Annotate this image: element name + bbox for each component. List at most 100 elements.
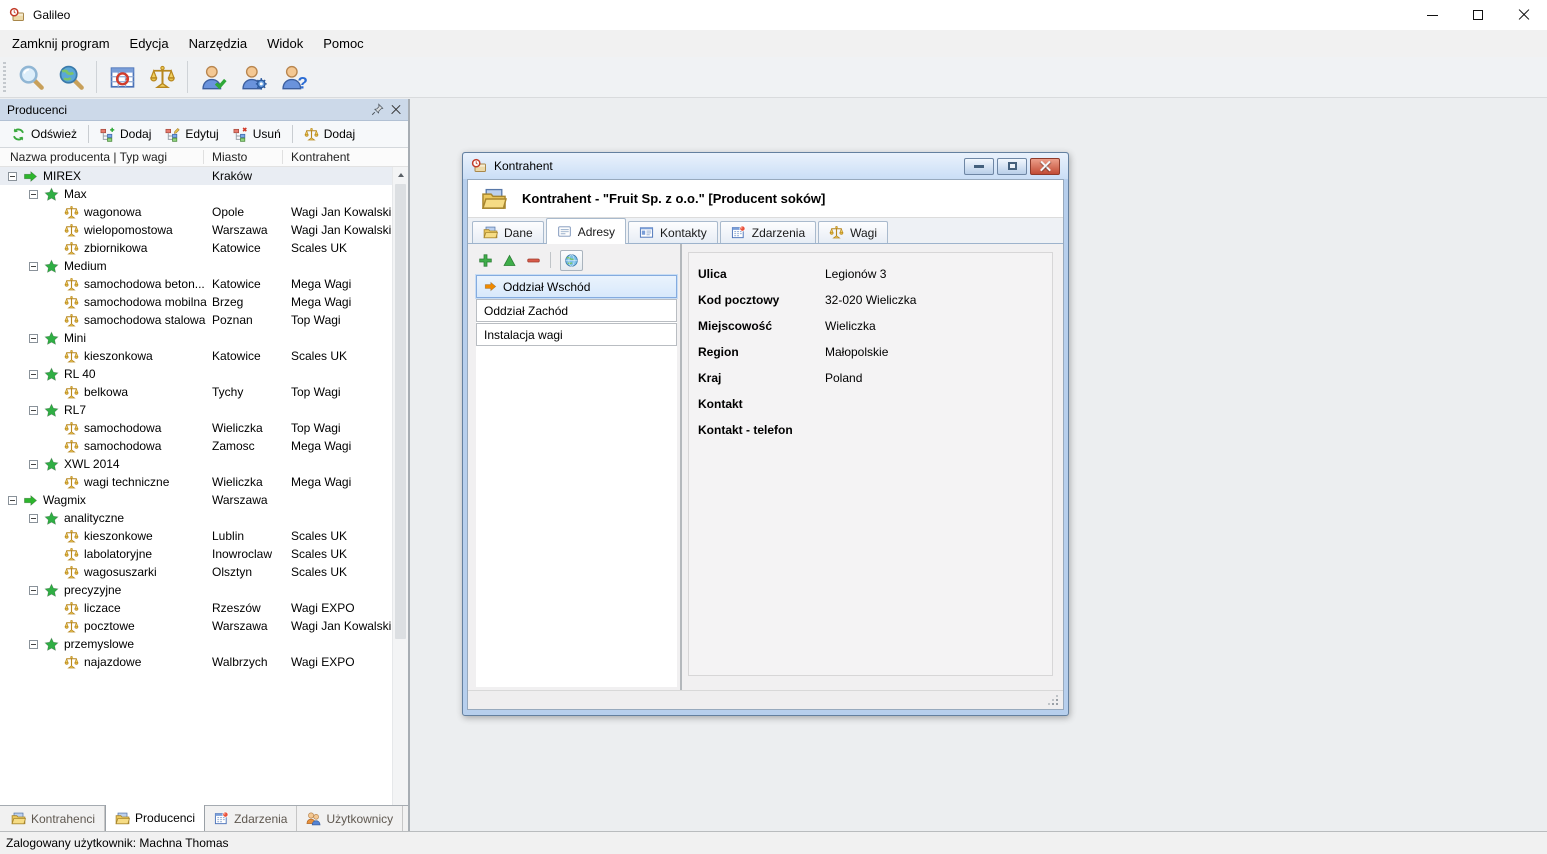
- user-help-button[interactable]: [273, 59, 313, 95]
- column-header-contractor[interactable]: Kontrahent: [291, 150, 350, 164]
- table-row[interactable]: przemyslowe: [0, 635, 408, 653]
- global-search-button[interactable]: [51, 59, 91, 95]
- restore-button[interactable]: [997, 158, 1027, 175]
- collapse-toggle[interactable]: [8, 496, 17, 505]
- resize-grip[interactable]: [1048, 695, 1058, 705]
- table-row[interactable]: wagonowa Opole Wagi Jan Kowalski: [0, 203, 408, 221]
- address-list-item[interactable]: Oddział Zachód: [476, 299, 677, 322]
- toolbar-grip[interactable]: [3, 62, 6, 92]
- contractor-cell: Mega Wagi: [291, 439, 351, 453]
- table-row[interactable]: wielopomostowa Warszawa Wagi Jan Kowalsk…: [0, 221, 408, 239]
- collapse-toggle[interactable]: [29, 586, 38, 595]
- plus-icon[interactable]: [478, 253, 493, 268]
- toolbar-separator: [88, 125, 89, 143]
- column-header-name[interactable]: Nazwa producenta | Typ wagi: [10, 150, 167, 164]
- pomoc-menu-item[interactable]: Pomoc: [313, 32, 373, 55]
- minus-icon[interactable]: [526, 253, 541, 268]
- collapse-toggle[interactable]: [29, 514, 38, 523]
- table-row[interactable]: pocztowe Warszawa Wagi Jan Kowalski: [0, 617, 408, 635]
- kontrahent-titlebar[interactable]: Kontrahent: [463, 153, 1068, 179]
- kontrahent-header-title: Kontrahent - "Fruit Sp. z o.o." [Produce…: [522, 191, 825, 206]
- table-row[interactable]: Max: [0, 185, 408, 203]
- maximize-icon: [1473, 10, 1483, 20]
- kontakty-tab[interactable]: Kontakty: [628, 221, 718, 243]
- table-row[interactable]: liczace Rzeszów Wagi EXPO: [0, 599, 408, 617]
- toolbar-separator: [550, 252, 551, 268]
- close-button[interactable]: [1501, 0, 1547, 30]
- kontrahenci-tab[interactable]: Kontrahenci: [2, 806, 105, 831]
- splitter[interactable]: [680, 244, 682, 690]
- uzytkownicy-tab[interactable]: Użytkownicy: [297, 806, 403, 831]
- user-settings-button[interactable]: [233, 59, 273, 95]
- add-scale-button[interactable]: Dodaj: [297, 125, 362, 144]
- table-row[interactable]: samochodowa Wieliczka Top Wagi: [0, 419, 408, 437]
- address-list-item[interactable]: Instalacja wagi: [476, 323, 677, 346]
- table-row[interactable]: samochodowa beton... Katowice Mega Wagi: [0, 275, 408, 293]
- tree-scrollbar[interactable]: [392, 167, 408, 805]
- wagi-tab[interactable]: Wagi: [818, 221, 888, 243]
- table-row[interactable]: MIREX Kraków: [0, 167, 408, 185]
- zdarzenia-tab[interactable]: Zdarzenia: [720, 221, 816, 243]
- table-row[interactable]: samochodowa stalowa Poznan Top Wagi: [0, 311, 408, 329]
- field-label: Region: [698, 345, 739, 359]
- table-row[interactable]: wagosuszarki Olsztyn Scales UK: [0, 563, 408, 581]
- scrollbar-thumb[interactable]: [395, 184, 406, 639]
- user-approve-button[interactable]: [193, 59, 233, 95]
- table-row[interactable]: kieszonkowa Katowice Scales UK: [0, 347, 408, 365]
- zdarzenia-tab[interactable]: Zdarzenia: [205, 806, 297, 831]
- minimize-button[interactable]: [964, 158, 994, 175]
- table-row[interactable]: Wagmix Warszawa: [0, 491, 408, 509]
- delete-producer-button[interactable]: Usuń: [226, 125, 288, 144]
- collapse-toggle[interactable]: [29, 460, 38, 469]
- adresy-tab[interactable]: Adresy: [546, 218, 626, 244]
- table-row[interactable]: kieszonkowe Lublin Scales UK: [0, 527, 408, 545]
- dane-tab[interactable]: Dane: [472, 221, 544, 243]
- table-row[interactable]: samochodowa mobilna Brzeg Mega Wagi: [0, 293, 408, 311]
- collapse-toggle[interactable]: [29, 370, 38, 379]
- table-row[interactable]: wagi techniczne Wieliczka Mega Wagi: [0, 473, 408, 491]
- collapse-toggle[interactable]: [8, 172, 17, 181]
- table-row[interactable]: precyzyjne: [0, 581, 408, 599]
- table-row[interactable]: Mini: [0, 329, 408, 347]
- table-row[interactable]: belkowa Tychy Top Wagi: [0, 383, 408, 401]
- pin-icon[interactable]: [371, 103, 384, 116]
- reports-button[interactable]: [102, 59, 142, 95]
- search-button[interactable]: [11, 59, 51, 95]
- scroll-up-icon[interactable]: [393, 167, 408, 182]
- collapse-toggle[interactable]: [29, 190, 38, 199]
- collapse-toggle[interactable]: [29, 334, 38, 343]
- table-row[interactable]: RL7: [0, 401, 408, 419]
- arrow-icon: [23, 493, 38, 508]
- edycja-menu-item[interactable]: Edycja: [120, 32, 179, 55]
- panel-close-icon[interactable]: [391, 105, 401, 115]
- close-button[interactable]: [1030, 158, 1060, 175]
- narzedzia-menu-item[interactable]: Narzędzia: [179, 32, 258, 55]
- refresh-button[interactable]: Odśwież: [4, 125, 84, 144]
- map-button[interactable]: [560, 250, 583, 271]
- add-producer-button[interactable]: Dodaj: [93, 125, 158, 144]
- name-cell: Mini: [64, 331, 86, 345]
- zamknij-program-menu-item[interactable]: Zamknij program: [2, 32, 120, 55]
- triangle-up-icon[interactable]: [502, 253, 517, 268]
- column-header-city[interactable]: Miasto: [212, 150, 247, 164]
- scales-button[interactable]: [142, 59, 182, 95]
- address-list-item[interactable]: Oddział Wschód: [476, 275, 677, 298]
- table-row[interactable]: labolatoryjne Inowroclaw Scales UK: [0, 545, 408, 563]
- table-row[interactable]: XWL 2014: [0, 455, 408, 473]
- name-cell: samochodowa mobilna: [84, 295, 207, 309]
- table-row[interactable]: samochodowa Zamosc Mega Wagi: [0, 437, 408, 455]
- button-label: Dodaj: [324, 127, 355, 141]
- collapse-toggle[interactable]: [29, 406, 38, 415]
- table-row[interactable]: RL 40: [0, 365, 408, 383]
- collapse-toggle[interactable]: [29, 640, 38, 649]
- table-row[interactable]: najazdowe Walbrzych Wagi EXPO: [0, 653, 408, 671]
- collapse-toggle[interactable]: [29, 262, 38, 271]
- edit-producer-button[interactable]: Edytuj: [158, 125, 225, 144]
- widok-menu-item[interactable]: Widok: [257, 32, 313, 55]
- table-row[interactable]: zbiornikowa Katowice Scales UK: [0, 239, 408, 257]
- maximize-button[interactable]: [1455, 0, 1501, 30]
- table-row[interactable]: analityczne: [0, 509, 408, 527]
- minimize-button[interactable]: [1409, 0, 1455, 30]
- table-row[interactable]: Medium: [0, 257, 408, 275]
- producenci-tab[interactable]: Producenci: [105, 805, 205, 831]
